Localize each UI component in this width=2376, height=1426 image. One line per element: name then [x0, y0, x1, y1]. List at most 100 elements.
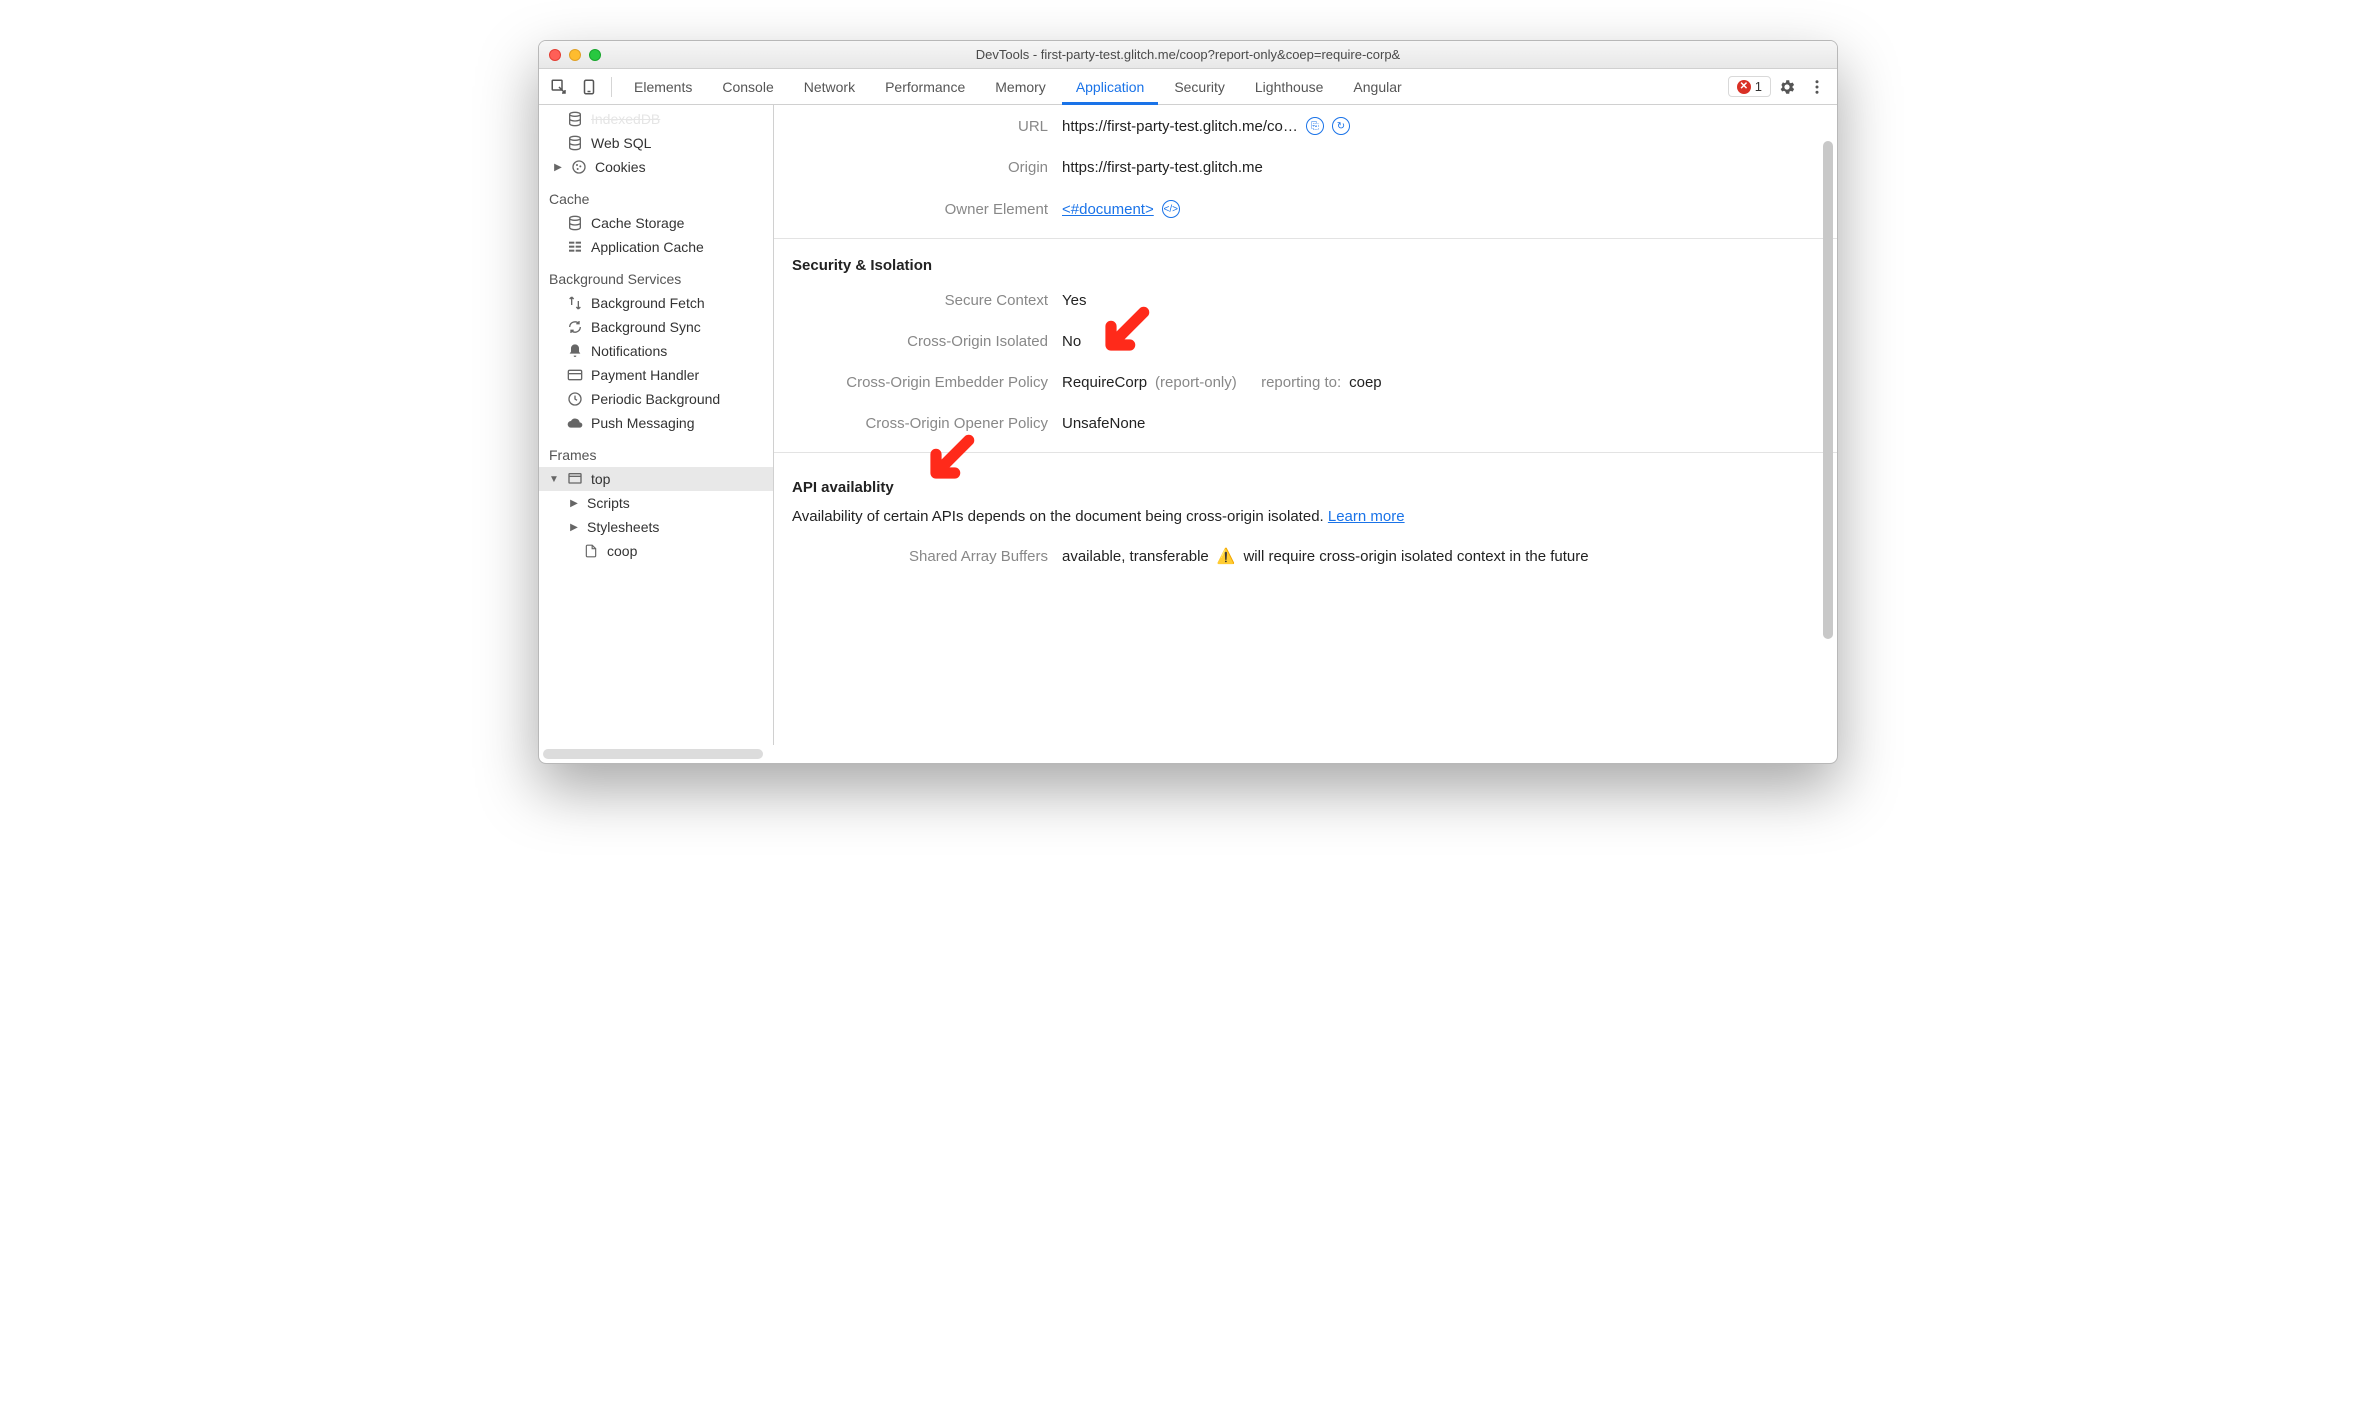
inspect-element-icon[interactable]	[545, 73, 573, 101]
label: Cookies	[595, 159, 646, 175]
owner-label: Owner Element	[792, 201, 1062, 218]
sab-warning: will require cross-origin isolated conte…	[1243, 548, 1588, 565]
sidebar-item-bg-sync[interactable]: Background Sync	[539, 315, 773, 339]
label: Application Cache	[591, 239, 704, 255]
caret-down-icon: ▼	[549, 474, 559, 485]
error-badge[interactable]: ✕ 1	[1728, 76, 1771, 97]
row-origin: Origin https://first-party-test.glitch.m…	[792, 147, 1819, 188]
sab-value: available, transferable	[1062, 548, 1209, 565]
sidebar-item-coop[interactable]: coop	[539, 539, 773, 563]
sidebar-item-periodic[interactable]: Periodic Background	[539, 387, 773, 411]
sync-icon	[567, 319, 583, 335]
code-icon[interactable]: </>	[1162, 200, 1180, 218]
label: Push Messaging	[591, 415, 695, 431]
sidebar-item-notifications[interactable]: Notifications	[539, 339, 773, 363]
database-icon	[567, 215, 583, 231]
sab-label: Shared Array Buffers	[792, 548, 1062, 565]
sidebar-item-frame-top[interactable]: ▼ top	[539, 467, 773, 491]
label: Periodic Background	[591, 391, 720, 407]
tab-console[interactable]: Console	[708, 69, 787, 105]
url-value: https://first-party-test.glitch.me/co…	[1062, 118, 1298, 135]
error-icon: ✕	[1737, 80, 1751, 94]
url-label: URL	[792, 118, 1062, 135]
sidebar-item-cookies[interactable]: ▶ Cookies	[539, 155, 773, 179]
file-icon	[583, 543, 599, 559]
horizontal-scrollbar[interactable]	[543, 749, 763, 759]
label: Web SQL	[591, 135, 651, 151]
tab-angular[interactable]: Angular	[1339, 69, 1415, 105]
tab-elements[interactable]: Elements	[620, 69, 706, 105]
bell-icon	[567, 343, 583, 359]
device-toolbar-icon[interactable]	[575, 73, 603, 101]
divider	[774, 238, 1837, 239]
sidebar-item-bg-fetch[interactable]: Background Fetch	[539, 291, 773, 315]
api-section-title: API availablity	[792, 479, 894, 496]
label: IndexedDB	[591, 111, 660, 127]
caret-icon: ▶	[569, 522, 579, 533]
titlebar: DevTools - first-party-test.glitch.me/co…	[539, 41, 1837, 69]
copy-icon[interactable]: ⎘	[1306, 117, 1324, 135]
devtools-toolbar: Elements Console Network Performance Mem…	[539, 69, 1837, 105]
tab-lighthouse[interactable]: Lighthouse	[1241, 69, 1338, 105]
label: top	[591, 471, 610, 487]
label: Background Fetch	[591, 295, 705, 311]
tab-network[interactable]: Network	[790, 69, 869, 105]
panel-body: IndexedDB Web SQL ▶ Cookies Cache	[539, 105, 1837, 745]
sidebar-item-websql[interactable]: Web SQL	[539, 131, 773, 155]
tab-security[interactable]: Security	[1160, 69, 1239, 105]
reveal-icon[interactable]: ↻	[1332, 117, 1350, 135]
learn-more-link[interactable]: Learn more	[1328, 508, 1405, 525]
label: coop	[607, 543, 637, 559]
origin-label: Origin	[792, 159, 1062, 176]
cloud-icon	[567, 415, 583, 431]
api-desc-text: Availability of certain APIs depends on …	[792, 508, 1328, 525]
separator	[611, 77, 612, 97]
api-description: Availability of certain APIs depends on …	[792, 502, 1819, 535]
transfer-icon	[567, 295, 583, 311]
sidebar-item-push[interactable]: Push Messaging	[539, 411, 773, 435]
sidebar-item-indexeddb[interactable]: IndexedDB	[539, 107, 773, 131]
cookie-icon	[571, 159, 587, 175]
coi-value: No	[1062, 333, 1081, 350]
settings-icon[interactable]	[1773, 78, 1801, 96]
application-sidebar: IndexedDB Web SQL ▶ Cookies Cache	[539, 105, 774, 745]
row-secure-context: Secure Context Yes	[792, 280, 1819, 321]
vertical-scrollbar[interactable]	[1821, 141, 1835, 727]
clock-icon	[567, 391, 583, 407]
row-coop: Cross-Origin Opener Policy UnsafeNone	[792, 403, 1819, 444]
sidebar-item-payment[interactable]: Payment Handler	[539, 363, 773, 387]
row-cross-origin-isolated: Cross-Origin Isolated No	[792, 321, 1819, 362]
details-pane: URL https://first-party-test.glitch.me/c…	[774, 105, 1837, 745]
coep-value: RequireCorp	[1062, 374, 1147, 391]
sidebar-section-background: Background Services	[539, 259, 773, 291]
error-count: 1	[1755, 79, 1762, 94]
coep-reporting-value: coep	[1349, 374, 1382, 391]
label: Background Sync	[591, 319, 701, 335]
sidebar-section-cache: Cache	[539, 179, 773, 211]
coep-reporting-label: reporting to:	[1261, 374, 1341, 391]
coep-mode: (report-only)	[1155, 374, 1237, 391]
more-menu-icon[interactable]	[1803, 78, 1831, 96]
row-owner: Owner Element <#document> </>	[792, 188, 1819, 230]
sidebar-item-scripts[interactable]: ▶ Scripts	[539, 491, 773, 515]
window-icon	[567, 471, 583, 487]
row-url: URL https://first-party-test.glitch.me/c…	[792, 105, 1819, 147]
owner-link[interactable]: <#document>	[1062, 201, 1154, 218]
warning-icon: ⚠️	[1217, 547, 1236, 565]
secure-context-value: Yes	[1062, 292, 1086, 309]
label: Notifications	[591, 343, 667, 359]
security-section-title: Security & Isolation	[792, 257, 1819, 274]
database-icon	[567, 135, 583, 151]
row-coep: Cross-Origin Embedder Policy RequireCorp…	[792, 362, 1819, 403]
tab-memory[interactable]: Memory	[981, 69, 1060, 105]
tab-application[interactable]: Application	[1062, 69, 1159, 105]
sidebar-item-app-cache[interactable]: Application Cache	[539, 235, 773, 259]
tab-performance[interactable]: Performance	[871, 69, 979, 105]
coep-label: Cross-Origin Embedder Policy	[792, 374, 1062, 391]
label: Stylesheets	[587, 519, 659, 535]
grid-icon	[567, 239, 583, 255]
label: Scripts	[587, 495, 630, 511]
sidebar-item-stylesheets[interactable]: ▶ Stylesheets	[539, 515, 773, 539]
coop-label: Cross-Origin Opener Policy	[792, 415, 1062, 432]
sidebar-item-cache-storage[interactable]: Cache Storage	[539, 211, 773, 235]
